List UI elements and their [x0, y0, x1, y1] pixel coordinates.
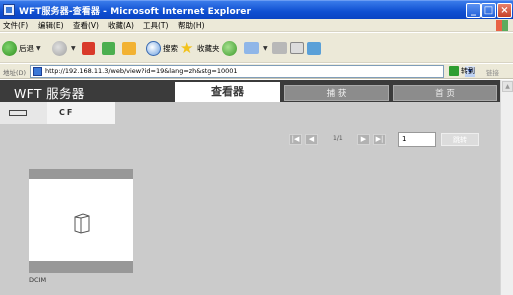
- chevron-down-icon: ▼: [36, 44, 41, 52]
- folder-thumbnail[interactable]: [29, 169, 133, 273]
- go-button[interactable]: 转到: [449, 66, 475, 76]
- page-icon: [33, 67, 42, 76]
- chevron-down-icon: ▼: [71, 44, 76, 52]
- menu-favorites[interactable]: 收藏(A): [108, 20, 134, 31]
- brand-title: WFT 服务器: [14, 86, 85, 101]
- prev-page-button[interactable]: ◀: [305, 134, 318, 145]
- refresh-icon: [102, 41, 115, 55]
- address-label: 地址(D): [3, 69, 27, 77]
- menu-file[interactable]: 文件(F): [3, 20, 28, 31]
- home-icon: [122, 41, 136, 55]
- jump-button[interactable]: 跳转: [441, 133, 479, 146]
- chevron-down-icon: ▼: [263, 44, 268, 52]
- page-number-input[interactable]: 1: [398, 132, 436, 147]
- links-label[interactable]: 链接: [486, 67, 499, 77]
- maximize-button[interactable]: □: [481, 3, 496, 18]
- scroll-up-icon[interactable]: ▲: [502, 81, 513, 92]
- browser-toolbar: 后退 ▼ ▼ 搜索 ★ 收藏夹 ▼: [0, 33, 513, 63]
- folder-name: DCIM: [29, 276, 47, 284]
- favorites-label: 收藏夹: [197, 43, 220, 53]
- refresh-button[interactable]: [102, 39, 117, 57]
- folder-icon: [74, 213, 90, 234]
- address-url: http://192.168.11.3/web/view?id=19&lang=…: [45, 67, 238, 75]
- search-icon: [146, 40, 161, 56]
- ie-app-icon: [3, 4, 15, 16]
- last-page-button[interactable]: ▶|: [373, 134, 386, 145]
- back-label: 后退: [19, 43, 34, 53]
- tab-home[interactable]: 首 页: [393, 85, 497, 101]
- search-button[interactable]: 搜索: [146, 39, 178, 57]
- browser-window: WFT服务器-查看器 - Microsoft Internet Explorer…: [0, 0, 513, 295]
- print-icon: [272, 42, 287, 54]
- favorites-button[interactable]: ★ 收藏夹: [180, 39, 220, 57]
- page-info: 1/1: [333, 135, 343, 142]
- history-button[interactable]: [222, 39, 239, 57]
- address-input[interactable]: http://192.168.11.3/web/view?id=19&lang=…: [30, 65, 475, 78]
- messenger-icon: [307, 41, 321, 55]
- mail-icon: [244, 42, 259, 54]
- tab-capture[interactable]: 捕 获: [284, 85, 389, 101]
- star-icon: ★: [180, 38, 194, 57]
- stop-button[interactable]: [82, 39, 97, 57]
- edit-button[interactable]: [290, 39, 306, 57]
- menu-tools[interactable]: 工具(T): [143, 20, 168, 31]
- menu-help[interactable]: 帮助(H): [178, 20, 205, 31]
- page-content: WFT 服务器 查看器 捕 获 首 页 CF |◀ ◀ 1/1 ▶ ▶| 1 跳…: [0, 80, 500, 295]
- windows-logo-icon: [496, 20, 508, 31]
- next-page-button[interactable]: ▶: [357, 134, 370, 145]
- menu-bar: 文件(F) 编辑(E) 查看(V) 收藏(A) 工具(T) 帮助(H): [0, 19, 513, 32]
- forward-button[interactable]: ▼: [52, 39, 76, 57]
- folder-thumbnail-inner: [29, 179, 133, 261]
- card-tab-1[interactable]: [0, 102, 47, 124]
- card-tab-cf[interactable]: CF: [47, 102, 115, 124]
- history-icon: [222, 40, 237, 56]
- menu-view[interactable]: 查看(V): [73, 20, 99, 31]
- address-bar: 地址(D) http://192.168.11.3/web/view?id=19…: [0, 64, 513, 79]
- card-bar-fill: [115, 102, 500, 124]
- go-arrow-icon: [449, 66, 459, 76]
- back-arrow-icon: [2, 40, 17, 56]
- cf-card-icon: [9, 110, 27, 116]
- minimize-button[interactable]: _: [466, 3, 481, 18]
- menu-edit[interactable]: 编辑(E): [38, 20, 64, 31]
- go-label: 转到: [461, 67, 475, 75]
- print-button[interactable]: [272, 39, 289, 57]
- search-label: 搜索: [163, 43, 178, 53]
- vertical-scrollbar[interactable]: ▲: [500, 80, 513, 295]
- mail-button[interactable]: ▼: [244, 39, 268, 57]
- first-page-button[interactable]: |◀: [289, 134, 302, 145]
- stop-icon: [82, 41, 95, 55]
- home-button[interactable]: [122, 39, 138, 57]
- messenger-button[interactable]: [307, 39, 323, 57]
- tab-viewer[interactable]: 查看器: [175, 82, 280, 102]
- back-button[interactable]: 后退 ▼: [2, 39, 41, 57]
- close-button[interactable]: ×: [497, 3, 512, 18]
- forward-arrow-icon: [52, 40, 67, 56]
- app-header: WFT 服务器 查看器 捕 获 首 页: [0, 80, 500, 102]
- window-title: WFT服务器-查看器 - Microsoft Internet Explorer: [19, 7, 252, 17]
- edit-icon: [290, 42, 304, 54]
- title-bar: WFT服务器-查看器 - Microsoft Internet Explorer…: [0, 0, 513, 19]
